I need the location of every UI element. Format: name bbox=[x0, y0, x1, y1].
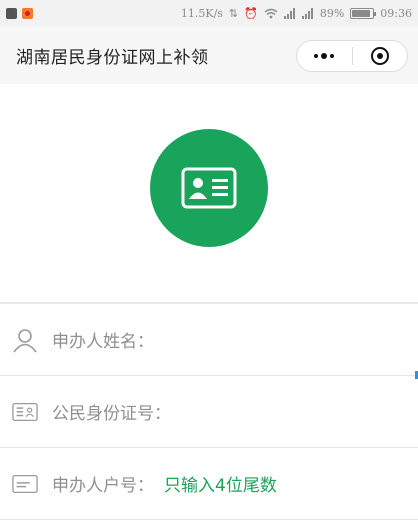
close-button[interactable] bbox=[353, 41, 408, 71]
battery-icon bbox=[350, 7, 377, 19]
household-number-row[interactable]: 申办人户号： 只输入4位尾数 bbox=[0, 448, 418, 520]
target-circle-icon bbox=[370, 47, 389, 65]
network-speed: 11.5K/s bbox=[180, 6, 223, 20]
mini-program-capsule bbox=[296, 40, 408, 72]
clock: 09:36 bbox=[380, 6, 412, 20]
id-card-outline-icon bbox=[12, 399, 38, 425]
sync-icon: ⇅ bbox=[228, 6, 239, 20]
applicant-name-label: 申办人姓名： bbox=[52, 332, 154, 352]
status-left bbox=[0, 7, 33, 19]
weibo-notification-icon bbox=[22, 7, 33, 19]
hero-badge bbox=[150, 129, 268, 247]
battery-fill bbox=[352, 9, 371, 17]
applicant-name-row[interactable]: 申办人姓名： bbox=[0, 304, 418, 376]
household-register-icon bbox=[12, 471, 38, 497]
more-dots-icon bbox=[314, 53, 335, 59]
signal-icon-1 bbox=[283, 7, 295, 19]
household-number-label: 申办人户号： bbox=[52, 476, 154, 496]
app-notification-icon bbox=[6, 7, 17, 19]
more-button[interactable] bbox=[297, 41, 352, 71]
alarm-icon: ⏰ bbox=[244, 6, 258, 20]
wifi-icon bbox=[264, 8, 278, 18]
household-number-hint: 只输入4位尾数 bbox=[164, 476, 277, 496]
title-bar: 湖南居民身份证网上补领 bbox=[0, 26, 418, 84]
page-title: 湖南居民身份证网上补领 bbox=[16, 47, 209, 68]
user-outline-icon bbox=[12, 327, 38, 353]
id-card-icon bbox=[181, 167, 237, 209]
signal-icon-2 bbox=[301, 7, 313, 19]
id-number-label: 公民身份证号： bbox=[52, 404, 171, 424]
status-right: 11.5K/s ⇅ ⏰ 89% 09:36 bbox=[181, 7, 418, 20]
battery-percent: 89% bbox=[319, 6, 345, 20]
id-number-row[interactable]: 公民身份证号： bbox=[0, 376, 418, 448]
status-bar: 11.5K/s ⇅ ⏰ 89% 09:36 bbox=[0, 0, 418, 26]
